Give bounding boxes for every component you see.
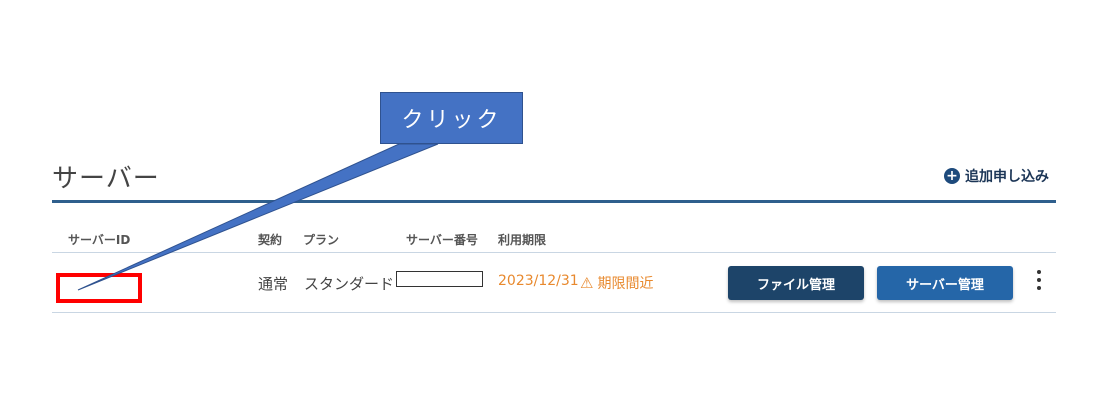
page: サーバー + 追加申し込み サーバーID 契約 プラン サーバー番号 利用期限 … bbox=[0, 0, 1117, 416]
server-management-button[interactable]: サーバー管理 bbox=[877, 266, 1013, 300]
expiry-warning: ⚠ 期限間近 bbox=[580, 273, 653, 293]
plus-circle-icon: + bbox=[944, 168, 960, 184]
section-divider bbox=[52, 200, 1056, 203]
kebab-menu-icon[interactable] bbox=[1032, 270, 1046, 296]
table-row-divider bbox=[52, 312, 1056, 313]
section-title: サーバー bbox=[52, 164, 160, 194]
plan-cell: スタンダード bbox=[304, 275, 395, 293]
add-apply-label: 追加申し込み bbox=[965, 169, 1049, 185]
column-header-plan: プラン bbox=[303, 233, 340, 247]
callout-label: クリック bbox=[401, 108, 502, 133]
server-number-redaction bbox=[396, 271, 483, 287]
column-header-contract: 契約 bbox=[258, 233, 283, 247]
callout-label-box: クリック bbox=[380, 92, 523, 144]
server-id-highlight-box[interactable] bbox=[56, 273, 142, 303]
column-header-server-number: サーバー番号 bbox=[406, 233, 478, 247]
expiry-date: 2023/12/31 bbox=[498, 273, 579, 289]
expiry-warning-label: 期限間近 bbox=[597, 276, 654, 292]
add-apply-link[interactable]: + 追加申し込み bbox=[944, 166, 1049, 186]
file-management-button[interactable]: ファイル管理 bbox=[728, 266, 864, 300]
table-header-divider bbox=[52, 252, 1056, 253]
warning-triangle-icon: ⚠ bbox=[580, 273, 594, 292]
column-header-server-id: サーバーID bbox=[68, 233, 131, 247]
contract-cell: 通常 bbox=[258, 275, 289, 293]
callout-pointer bbox=[77, 143, 439, 291]
column-header-expiry: 利用期限 bbox=[498, 233, 547, 247]
